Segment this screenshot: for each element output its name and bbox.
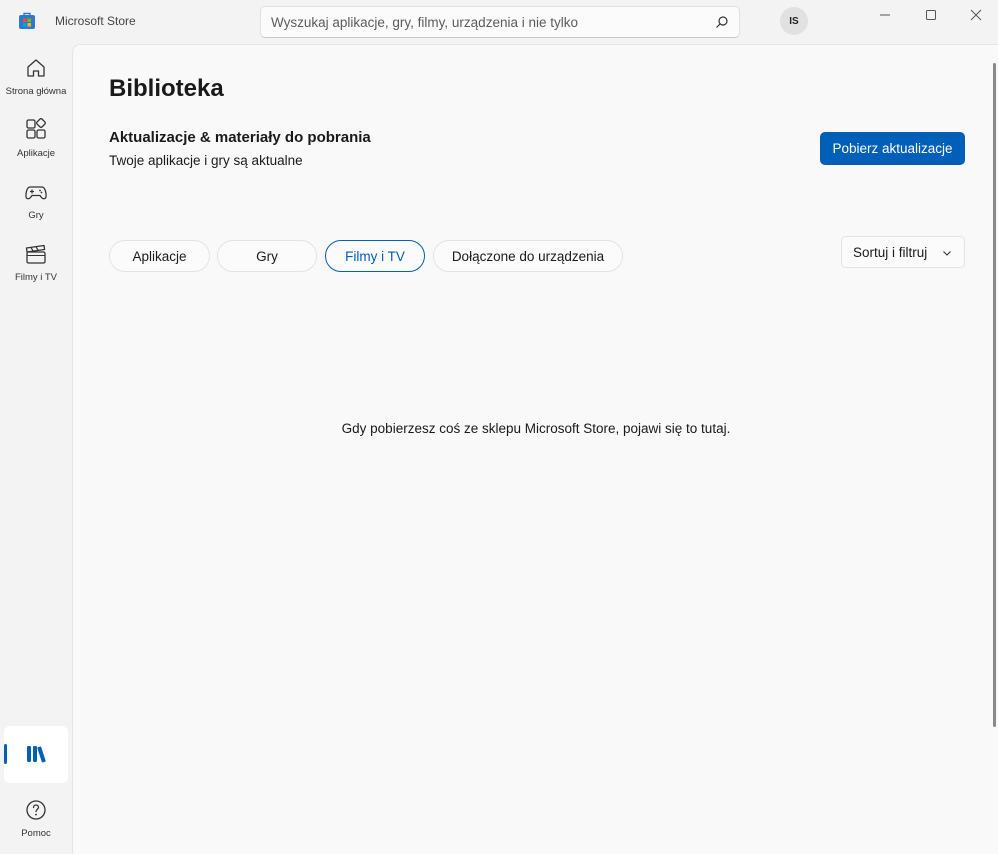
sidebar-item-label: Strona główna	[5, 86, 67, 97]
apps-icon	[26, 118, 46, 139]
tab-included-with-device[interactable]: Dołączone do urządzenia	[433, 240, 623, 272]
title-bar: Microsoft Store IS	[0, 0, 998, 44]
sidebar-item-label: Pomoc	[21, 828, 51, 839]
empty-state-message: Gdy pobierzesz coś ze sklepu Microsoft S…	[341, 421, 731, 436]
search-box[interactable]	[260, 6, 740, 38]
minimize-button[interactable]	[862, 0, 908, 30]
sidebar-item-help[interactable]: Pomoc	[0, 792, 72, 852]
updates-heading: Aktualizacje & materiały do pobrania	[109, 129, 371, 146]
sidebar-item-games[interactable]: Gry	[0, 168, 72, 228]
sidebar-item-label: Gry	[28, 210, 44, 221]
store-logo-icon	[19, 12, 35, 29]
sort-filter-button[interactable]: Sortuj i filtruj	[841, 236, 965, 268]
sidebar-nav: Strona główna Aplikacje Gry Filmy i TV P…	[0, 44, 72, 854]
gamepad-icon	[25, 186, 47, 200]
sidebar-item-label: Aplikacje	[16, 148, 56, 159]
maximize-icon	[926, 10, 936, 20]
library-page: Biblioteka Aktualizacje & materiały do p…	[72, 44, 998, 854]
store-window: Microsoft Store IS Strona główna	[0, 0, 998, 854]
sidebar-item-label: Filmy i TV	[14, 272, 58, 283]
close-button[interactable]	[953, 0, 998, 30]
active-indicator	[4, 744, 7, 764]
help-icon	[26, 800, 46, 820]
tab-games[interactable]: Gry	[217, 240, 317, 272]
close-icon	[970, 9, 982, 21]
search-input[interactable]	[271, 7, 701, 37]
tab-apps[interactable]: Aplikacje	[109, 240, 210, 272]
clapperboard-icon	[25, 244, 46, 264]
user-avatar[interactable]: IS	[780, 7, 808, 35]
sidebar-item-home[interactable]: Strona główna	[0, 44, 72, 104]
sidebar-item-apps[interactable]: Aplikacje	[0, 106, 72, 166]
page-title: Biblioteka	[109, 75, 224, 102]
home-icon	[27, 59, 45, 77]
get-updates-button[interactable]: Pobierz aktualizacje	[820, 132, 965, 165]
tab-movies-tv[interactable]: Filmy i TV	[325, 240, 425, 272]
sidebar-item-movies-tv[interactable]: Filmy i TV	[0, 230, 72, 290]
scrollbar[interactable]	[993, 63, 996, 727]
minimize-icon	[880, 14, 890, 16]
library-icon	[27, 746, 46, 763]
sort-filter-label: Sortuj i filtruj	[853, 244, 928, 260]
app-title: Microsoft Store	[55, 14, 136, 28]
updates-status: Twoje aplikacje i gry są aktualne	[109, 153, 303, 168]
sidebar-item-library[interactable]	[4, 726, 68, 783]
chevron-down-icon	[943, 251, 951, 256]
search-icon[interactable]	[715, 15, 729, 29]
maximize-button[interactable]	[908, 0, 954, 30]
